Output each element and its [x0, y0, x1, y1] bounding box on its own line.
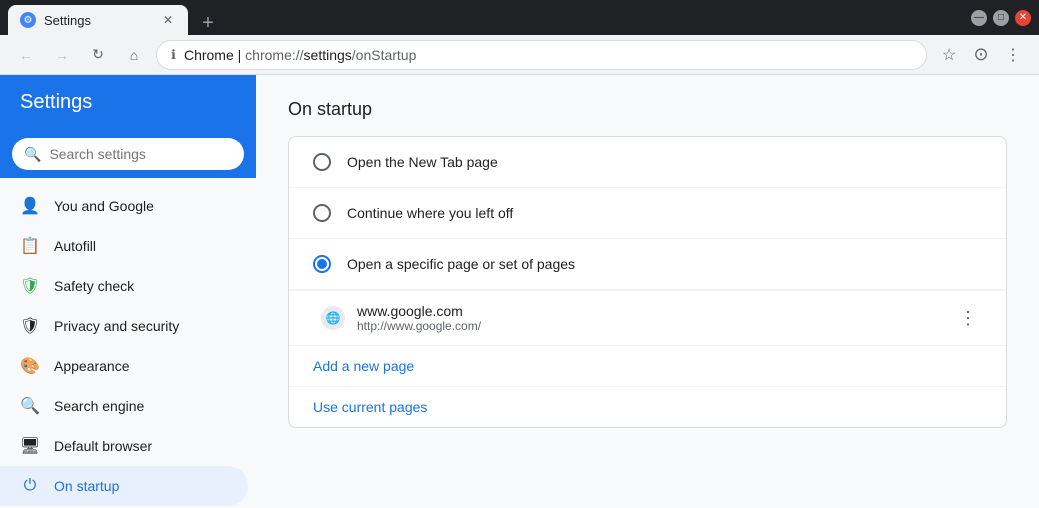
- chrome-menu-button[interactable]: ⋮: [999, 41, 1027, 69]
- site-menu-button[interactable]: ⋮: [954, 304, 982, 332]
- profile-button[interactable]: ⊙: [967, 41, 995, 69]
- person-icon: 👤: [20, 196, 40, 216]
- sidebar-item-label: Default browser: [54, 438, 152, 454]
- tab-close-button[interactable]: ✕: [160, 12, 176, 28]
- bookmark-button[interactable]: ☆: [935, 41, 963, 69]
- sidebar-item-label: On startup: [54, 478, 119, 494]
- sidebar-scroll: 👤 You and Google 📋 Autofill 🛡 Safety che…: [0, 178, 256, 508]
- site-info: www.google.com http://www.google.com/: [357, 303, 942, 333]
- option-new-tab[interactable]: Open the New Tab page: [289, 137, 1006, 188]
- option-new-tab-label: Open the New Tab page: [347, 154, 498, 170]
- content-area: On startup Open the New Tab page Continu…: [256, 75, 1039, 508]
- title-bar: ⚙ Settings ✕ + — □ ✕: [0, 0, 1039, 35]
- sidebar-item-label: You and Google: [54, 198, 154, 214]
- url-bar-actions: ☆ ⊙ ⋮: [935, 41, 1027, 69]
- use-current-pages-link[interactable]: Use current pages: [289, 386, 1006, 427]
- palette-icon: 🎨: [20, 356, 40, 376]
- home-button[interactable]: ⌂: [120, 41, 148, 69]
- url-text: Chrome | chrome://settings/onStartup: [184, 47, 416, 63]
- maximize-button[interactable]: □: [993, 10, 1009, 26]
- options-card: Open the New Tab page Continue where you…: [288, 136, 1007, 428]
- sidebar: Settings 🔍 👤 You and Google 📋 Autofill: [0, 75, 256, 508]
- sidebar-item-label: Safety check: [54, 278, 134, 294]
- browser-icon: 🖥: [20, 436, 40, 456]
- sidebar-item-label: Privacy and security: [54, 318, 179, 334]
- sidebar-title: Settings: [20, 91, 92, 113]
- sidebar-item-privacy-and-security[interactable]: 🛡 Privacy and security: [0, 306, 256, 346]
- sidebar-item-on-startup[interactable]: ⏻ On startup: [0, 466, 248, 506]
- autofill-icon: 📋: [20, 236, 40, 256]
- search-icon: 🔍: [24, 146, 41, 163]
- back-button[interactable]: ←: [12, 41, 40, 69]
- forward-button[interactable]: →: [48, 41, 76, 69]
- sidebar-item-label: Appearance: [54, 358, 130, 374]
- url-path: settings: [304, 47, 352, 63]
- site-globe-icon: 🌐: [321, 306, 345, 330]
- active-tab[interactable]: ⚙ Settings ✕: [8, 5, 188, 35]
- sidebar-header: Settings: [0, 75, 256, 130]
- sidebar-item-label: Search engine: [54, 398, 144, 414]
- option-specific-page[interactable]: Open a specific page or set of pages: [289, 239, 1006, 290]
- site-info-icon[interactable]: ℹ: [171, 47, 176, 63]
- radio-specific-page[interactable]: [313, 255, 331, 273]
- url-after: /onStartup: [352, 47, 417, 63]
- option-specific-page-label: Open a specific page or set of pages: [347, 256, 575, 272]
- site-name: www.google.com: [357, 303, 942, 319]
- sidebar-item-appearance[interactable]: 🎨 Appearance: [0, 346, 256, 386]
- sidebar-item-default-browser[interactable]: 🖥 Default browser: [0, 426, 256, 466]
- search-icon: 🔍: [20, 396, 40, 416]
- add-new-page-link[interactable]: Add a new page: [289, 345, 1006, 386]
- tab-title: Settings: [44, 13, 152, 28]
- address-bar: ← → ↻ ⌂ ℹ Chrome | chrome://settings/onS…: [0, 35, 1039, 75]
- tab-strip: ⚙ Settings ✕ +: [8, 0, 971, 35]
- url-bar[interactable]: ℹ Chrome | chrome://settings/onStartup: [156, 40, 927, 70]
- minimize-button[interactable]: —: [971, 10, 987, 26]
- shield2-icon: 🛡: [20, 316, 40, 336]
- sidebar-nav: 👤 You and Google 📋 Autofill 🛡 Safety che…: [0, 178, 256, 508]
- option-continue-label: Continue where you left off: [347, 205, 513, 221]
- radio-continue[interactable]: [313, 204, 331, 222]
- page-title: On startup: [288, 99, 1007, 120]
- new-tab-button[interactable]: +: [196, 11, 220, 35]
- power-icon: ⏻: [20, 476, 40, 496]
- sidebar-item-you-and-google[interactable]: 👤 You and Google: [0, 186, 256, 226]
- sidebar-item-safety-check[interactable]: 🛡 Safety check: [0, 266, 256, 306]
- tab-favicon: ⚙: [20, 12, 36, 28]
- sidebar-item-autofill[interactable]: 📋 Autofill: [0, 226, 256, 266]
- url-prefix: Chrome: [184, 47, 234, 63]
- close-button[interactable]: ✕: [1015, 10, 1031, 26]
- sidebar-item-search-engine[interactable]: 🔍 Search engine: [0, 386, 256, 426]
- site-entry: 🌐 www.google.com http://www.google.com/ …: [289, 290, 1006, 345]
- main-layout: Settings 🔍 👤 You and Google 📋 Autofill: [0, 75, 1039, 508]
- site-url: http://www.google.com/: [357, 319, 942, 333]
- option-continue[interactable]: Continue where you left off: [289, 188, 1006, 239]
- search-input[interactable]: [49, 146, 232, 162]
- radio-inner-dot: [317, 259, 327, 269]
- reload-button[interactable]: ↻: [84, 41, 112, 69]
- shield-icon: 🛡: [20, 276, 40, 296]
- radio-new-tab[interactable]: [313, 153, 331, 171]
- url-scheme: chrome://: [245, 47, 303, 63]
- sidebar-item-label: Autofill: [54, 238, 96, 254]
- window-controls: — □ ✕: [971, 10, 1031, 26]
